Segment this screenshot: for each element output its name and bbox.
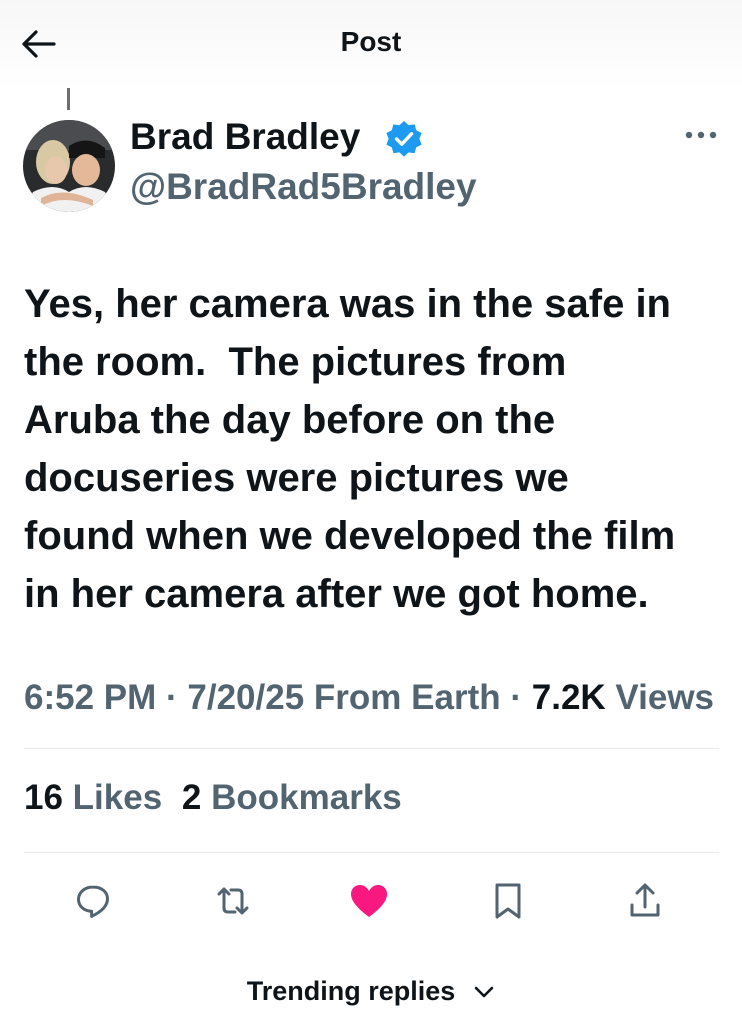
meta-separator: · [166, 678, 178, 717]
post-text: Yes, her camera was in the safe in the r… [24, 282, 676, 616]
author-handle[interactable]: @BradRad5Bradley [130, 166, 477, 208]
meta-separator: · [510, 678, 523, 717]
reply-button[interactable] [68, 876, 118, 926]
share-icon [630, 883, 660, 917]
divider [24, 748, 719, 749]
divider [24, 852, 719, 853]
likes-label: Likes [72, 778, 163, 817]
bookmark-icon [495, 883, 521, 919]
trending-replies-label: Trending replies [246, 976, 456, 1006]
more-dots-icon [685, 131, 717, 139]
author-display-name[interactable]: Brad Bradley [130, 116, 360, 158]
views-label: Views [615, 678, 715, 717]
chevron-down-icon [474, 986, 494, 997]
bookmarks-label: Bookmarks [211, 778, 402, 817]
repost-button[interactable] [208, 876, 258, 926]
top-bar: Post [0, 0, 742, 88]
repost-icon [217, 887, 249, 915]
heart-icon [351, 885, 387, 917]
reply-icon [77, 885, 109, 918]
action-bar [0, 876, 742, 926]
bookmark-button[interactable] [483, 876, 533, 926]
avatar[interactable] [23, 120, 115, 212]
post-source: From Earth [313, 678, 501, 717]
bookmarks-count: 2 [181, 778, 202, 817]
views-count: 7.2K [531, 678, 606, 717]
verified-badge-icon [386, 121, 422, 157]
post-meta: 6:52 PM · 7/20/25 From Earth · 7.2K View… [24, 672, 724, 723]
share-button[interactable] [620, 876, 670, 926]
post-time[interactable]: 6:52 PM [24, 678, 156, 717]
post-date[interactable]: 7/20/25 [187, 678, 304, 717]
likes-count: 16 [24, 778, 63, 817]
avatar-photo [23, 120, 115, 212]
bookmarks-stat[interactable]: 2 Bookmarks [182, 778, 402, 818]
thread-connector [67, 88, 70, 110]
trending-replies-toggle[interactable]: Trending replies [0, 976, 742, 1007]
engagement-stats: 16 Likes 2 Bookmarks [24, 778, 724, 818]
more-options-button[interactable] [676, 120, 726, 150]
like-button[interactable] [344, 876, 394, 926]
page-title: Post [340, 26, 402, 57]
likes-stat[interactable]: 16 Likes [24, 778, 162, 818]
post-detail-page: Post Brad Bradley @BradRad5Bradley Yes, … [0, 0, 742, 1024]
